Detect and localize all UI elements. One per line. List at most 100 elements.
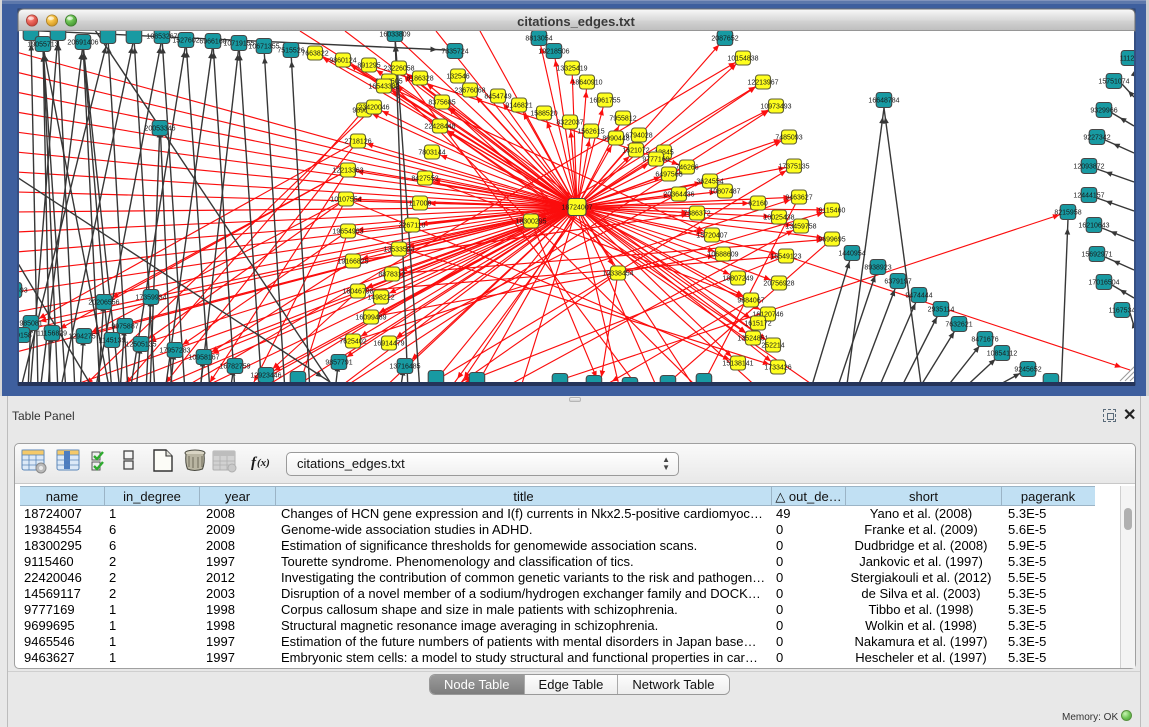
svg-text:891295: 891295 [357, 63, 380, 70]
svg-text:10807487: 10807487 [709, 189, 740, 196]
svg-text:10688609: 10688609 [707, 252, 738, 259]
svg-text:10107554: 10107554 [330, 197, 361, 204]
svg-text:10671355: 10671355 [248, 44, 279, 51]
svg-text:12923446: 12923446 [250, 373, 281, 380]
svg-text:15138141: 15138141 [722, 361, 753, 368]
svg-text:10025438: 10025438 [763, 215, 794, 222]
svg-text:19055713: 19055713 [27, 42, 58, 49]
svg-text:8878312: 8878312 [378, 272, 405, 279]
svg-text:9857791: 9857791 [325, 360, 352, 367]
svg-text:17359934: 17359934 [135, 295, 166, 302]
svg-text:12213967: 12213967 [747, 80, 778, 87]
svg-text:6379197: 6379197 [884, 279, 911, 286]
svg-text:2718126: 2718126 [344, 139, 371, 146]
svg-text:18300295: 18300295 [515, 219, 546, 226]
svg-text:16914479: 16914479 [373, 341, 404, 348]
svg-text:15720407: 15720407 [696, 233, 727, 240]
svg-text:1527602: 1527602 [172, 38, 199, 45]
svg-text:18807249: 18807249 [722, 276, 753, 283]
svg-text:7803144: 7803144 [418, 150, 445, 157]
svg-text:8322037: 8322037 [556, 120, 583, 127]
svg-text:17957283: 17957283 [159, 348, 190, 355]
svg-text:9699695: 9699695 [818, 237, 845, 244]
svg-text:985081: 985081 [19, 321, 42, 328]
svg-text:252214: 252214 [761, 343, 784, 350]
svg-text:19218506: 19218506 [538, 49, 569, 56]
svg-text:132546: 132546 [446, 74, 469, 81]
svg-text:17375135: 17375135 [778, 164, 809, 171]
svg-text:20691406: 20691406 [67, 40, 98, 47]
svg-text:20206556: 20206556 [88, 300, 119, 307]
svg-text:20364436: 20364436 [663, 192, 694, 199]
svg-text:13716485: 13716485 [389, 364, 420, 371]
svg-text:9860124: 9860124 [329, 58, 356, 65]
svg-text:13524851: 13524851 [737, 336, 768, 343]
svg-text:3267110: 3267110 [399, 223, 426, 230]
svg-text:7632621: 7632621 [945, 322, 972, 329]
svg-text:1621072: 1621072 [622, 148, 649, 155]
svg-text:10854112: 10854112 [987, 351, 1018, 358]
svg-text:13325419: 13325419 [556, 66, 587, 73]
svg-text:8938923: 8938923 [864, 265, 891, 272]
svg-text:15751074: 15751074 [1098, 79, 1129, 86]
svg-text:16549123: 16549123 [770, 254, 801, 261]
svg-text:9884067: 9884067 [737, 298, 764, 305]
svg-text:1588520: 1588520 [530, 111, 557, 118]
svg-text:19654963: 19654963 [332, 229, 363, 236]
svg-text:8375685: 8375685 [428, 100, 455, 107]
svg-text:9463627: 9463627 [785, 195, 812, 202]
svg-text:62160: 62160 [748, 201, 768, 208]
svg-text:10973493: 10973493 [760, 104, 791, 111]
svg-text:8186328: 8186328 [406, 76, 433, 83]
svg-text:citations_edges.txt: citations_edges.txt [517, 14, 635, 29]
svg-text:9245652: 9245652 [1014, 367, 1041, 374]
svg-text:12213363: 12213363 [332, 168, 363, 175]
svg-text:8215958: 8215958 [1054, 210, 1081, 217]
svg-text:8454749: 8454749 [484, 94, 511, 101]
svg-text:7386372: 7386372 [683, 211, 710, 218]
svg-text:23420046: 23420046 [358, 105, 389, 112]
svg-text:9227342: 9227342 [1083, 135, 1110, 142]
svg-text:1167534: 1167534 [1109, 308, 1136, 315]
svg-text:6794028: 6794028 [625, 133, 652, 140]
svg-text:16543382: 16543382 [368, 84, 399, 91]
svg-text:19338454: 19338454 [602, 271, 633, 278]
svg-text:1498222: 1498222 [367, 295, 394, 302]
svg-text:1562615: 1562615 [577, 129, 604, 136]
svg-text:117008: 117008 [409, 201, 432, 208]
svg-text:23226058: 23226058 [383, 66, 414, 73]
svg-text:8471676: 8471676 [971, 337, 998, 344]
svg-text:6497568: 6497568 [655, 172, 682, 179]
svg-text:746266: 746266 [675, 165, 698, 172]
svg-text:8813054: 8813054 [525, 36, 552, 43]
svg-text:7835724: 7835724 [441, 49, 468, 56]
svg-text:9777169: 9777169 [642, 157, 669, 164]
svg-text:12505135: 12505135 [125, 342, 156, 349]
svg-text:2935114: 2935114 [928, 307, 955, 314]
svg-text:9146821: 9146821 [505, 103, 532, 110]
svg-text:16033809: 16033809 [379, 32, 410, 39]
svg-text:12942757: 12942757 [68, 334, 99, 341]
svg-text:7955812: 7955812 [609, 116, 636, 123]
svg-text:12093872: 12093872 [1073, 164, 1104, 171]
svg-text:18640910: 18640910 [571, 80, 602, 87]
svg-text:9474444: 9474444 [905, 293, 932, 300]
svg-text:16648784: 16648784 [868, 98, 899, 105]
svg-text:8427552: 8427552 [411, 176, 438, 183]
svg-text:9975887: 9975887 [111, 324, 138, 331]
svg-text:15692971: 15692971 [1081, 252, 1112, 259]
svg-text:7625402: 7625402 [339, 339, 366, 346]
svg-text:16961755: 16961755 [589, 98, 620, 105]
svg-text:19166825: 19166825 [337, 259, 368, 266]
svg-text:12444157: 12444157 [1073, 193, 1104, 200]
svg-text:13459758: 13459758 [785, 224, 816, 231]
svg-text:23676068: 23676068 [454, 88, 485, 95]
svg-text:7663822: 7663822 [301, 51, 328, 58]
svg-text:16210643: 16210643 [1078, 223, 1109, 230]
svg-text:22428448: 22428448 [424, 124, 455, 131]
svg-text:7485093: 7485093 [775, 135, 802, 142]
svg-text:11156829: 11156829 [37, 331, 67, 338]
svg-text:10958167: 10958167 [188, 355, 219, 362]
svg-text:1440954: 1440954 [838, 251, 865, 258]
svg-text:18724007: 18724007 [561, 205, 592, 212]
